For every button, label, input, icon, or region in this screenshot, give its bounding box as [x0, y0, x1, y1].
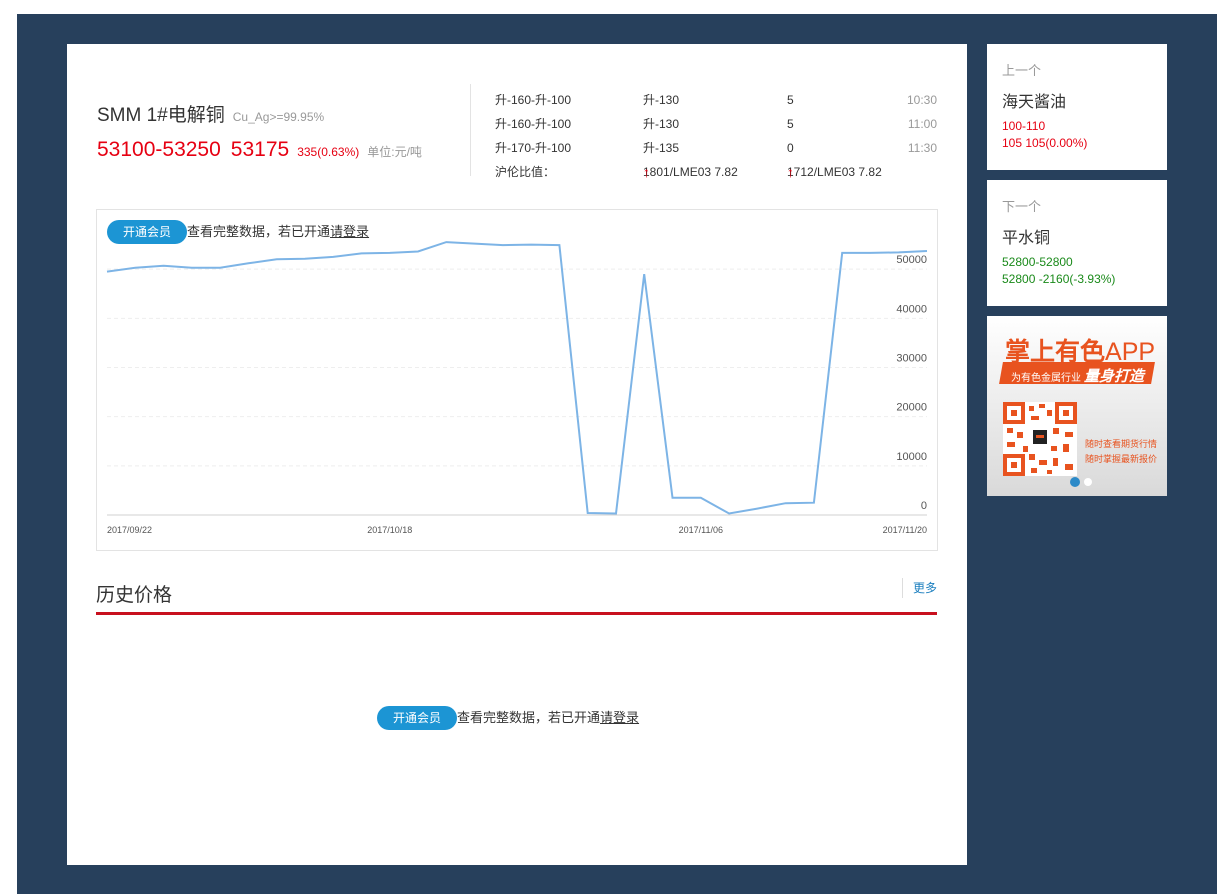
ad-band-text: 为有色金属行业 量身打造 — [1011, 365, 1144, 386]
x-tick-label: 2017/10/18 — [367, 525, 412, 535]
spread-cell: 5 — [787, 93, 794, 107]
price-change: 335(0.63%) — [297, 145, 360, 159]
ratio-text: 1712/LME03 7.82 — [787, 165, 882, 179]
next-label: 下一个 — [1002, 199, 1042, 214]
member-text: 查看完整数据，若已开通 — [187, 224, 331, 239]
spread-cell: 升-160-升-100 — [495, 93, 572, 107]
x-tick-label: 2017/11/06 — [679, 525, 723, 535]
ad-qr-text-1: 随时查看期货行情 — [1085, 439, 1158, 449]
qr-code-icon — [1003, 402, 1077, 476]
y-tick-label: 40000 — [896, 303, 927, 315]
spread-cell: 升-130 — [643, 93, 680, 107]
x-tick-label: 2017/09/22 — [107, 525, 152, 535]
next-price-range: 52800-52800 — [1002, 255, 1073, 269]
spread-cell: 升-135 — [643, 141, 680, 155]
ratio-row: 沪伦比值： 1801/LME03 7.82 ↑ 1712/LME03 7.82 ↑ — [495, 160, 937, 184]
more-link[interactable]: 更多 — [901, 578, 937, 598]
ad-qr-text-2: 随时掌握最新报价 — [1085, 454, 1158, 464]
app-ad-banner[interactable]: 掌上有色APP 为有色金属行业 量身打造 随时查看期货行情 随时掌握最新报价 — [987, 316, 1167, 496]
chart-member-prompt: 开通会员 查看完整数据，若已开通请登录 — [107, 220, 369, 244]
price-range: 53100-53250 — [97, 138, 221, 161]
avg-price: 53175 — [230, 138, 290, 161]
prev-price-range: 100-110 — [1002, 119, 1046, 133]
spread-cell: 升-160-升-100 — [495, 117, 572, 131]
carousel-dot-active[interactable] — [1070, 477, 1080, 487]
y-tick-label: 50000 — [896, 254, 927, 266]
price-row: 53100-53250 53175 335(0.63%) 单位:元/吨 — [97, 138, 422, 162]
spread-row: 升-170-升-100 升-135 0 11:30 — [495, 136, 937, 160]
spread-row: 升-160-升-100 升-130 5 11:00 — [495, 112, 937, 136]
divider — [470, 84, 471, 176]
ad-band-small: 为有色金属行业 — [1011, 373, 1081, 384]
member-text: 查看完整数据，若已开通 — [457, 710, 601, 725]
price-series-line — [106, 241, 928, 515]
arrow-up-icon: ↑ — [787, 164, 794, 180]
y-tick-label: 30000 — [896, 353, 927, 365]
product-name: SMM 1#电解铜 — [97, 105, 225, 126]
history-underline — [96, 612, 937, 615]
price-unit: 单位:元/吨 — [367, 145, 422, 159]
spread-cell: 升-170-升-100 — [495, 141, 572, 155]
next-name[interactable]: 平水铜 — [1002, 224, 1050, 248]
main-panel: SMM 1#电解铜 Cu_Ag>=99.95% 53100-53250 53175 3… — [67, 44, 967, 865]
history-member-prompt: 开通会员 查看完整数据，若已开通请登录 — [377, 706, 639, 730]
spread-row: 升-160-升-100 升-130 5 10:30 — [495, 88, 937, 112]
carousel-dot[interactable] — [1084, 478, 1092, 486]
prev-price-change: 105 105(0.00%) — [1002, 136, 1088, 150]
next-product-card[interactable]: 下一个 平水铜 52800-52800 52800 -2160(-3.93%) — [987, 180, 1167, 306]
history-title: 历史价格 — [96, 585, 173, 606]
prev-product-card[interactable]: 上一个 海天酱油 100-110 105 105(0.00%) — [987, 44, 1167, 170]
y-tick-label: 10000 — [896, 451, 927, 463]
spread-cell: 5 — [787, 117, 794, 131]
x-tick-label: 2017/11/20 — [883, 525, 927, 535]
spread-time: 10:30 — [906, 93, 937, 107]
ratio-label: 沪伦比值： — [495, 165, 556, 179]
price-chart: 0 10000 20000 30000 40000 50000 2017/09/22 2017… — [96, 209, 938, 551]
arrow-up-icon: ↑ — [643, 164, 650, 180]
next-price-change: 52800 -2160(-3.93%) — [1002, 272, 1116, 286]
y-tick-label: 0 — [921, 500, 927, 512]
spread-cell: 升-130 — [643, 117, 680, 131]
spread-time: 11:30 — [907, 141, 937, 155]
prev-name[interactable]: 海天酱油 — [1002, 88, 1066, 112]
line-chart: 0 10000 20000 30000 40000 50000 2017/09/22 2017… — [106, 241, 928, 535]
login-link[interactable]: 请登录 — [330, 224, 369, 239]
open-membership-button[interactable]: 开通会员 — [377, 706, 458, 730]
spread-table: 升-160-升-100 升-130 5 10:30 升-160-升-100 升-130 5… — [495, 88, 937, 184]
spread-cell: 0 — [787, 141, 794, 155]
ad-band-bold: 量身打造 — [1084, 368, 1145, 385]
product-title: SMM 1#电解铜 Cu_Ag>=99.95% — [97, 100, 324, 127]
y-tick-label: 20000 — [896, 402, 927, 414]
login-link[interactable]: 请登录 — [600, 710, 639, 725]
spread-time: 11:00 — [907, 117, 937, 131]
ratio-text: 1801/LME03 7.82 — [643, 165, 738, 179]
prev-label: 上一个 — [1002, 63, 1042, 78]
open-membership-button[interactable]: 开通会员 — [107, 220, 188, 244]
product-spec: Cu_Ag>=99.95% — [232, 110, 325, 124]
